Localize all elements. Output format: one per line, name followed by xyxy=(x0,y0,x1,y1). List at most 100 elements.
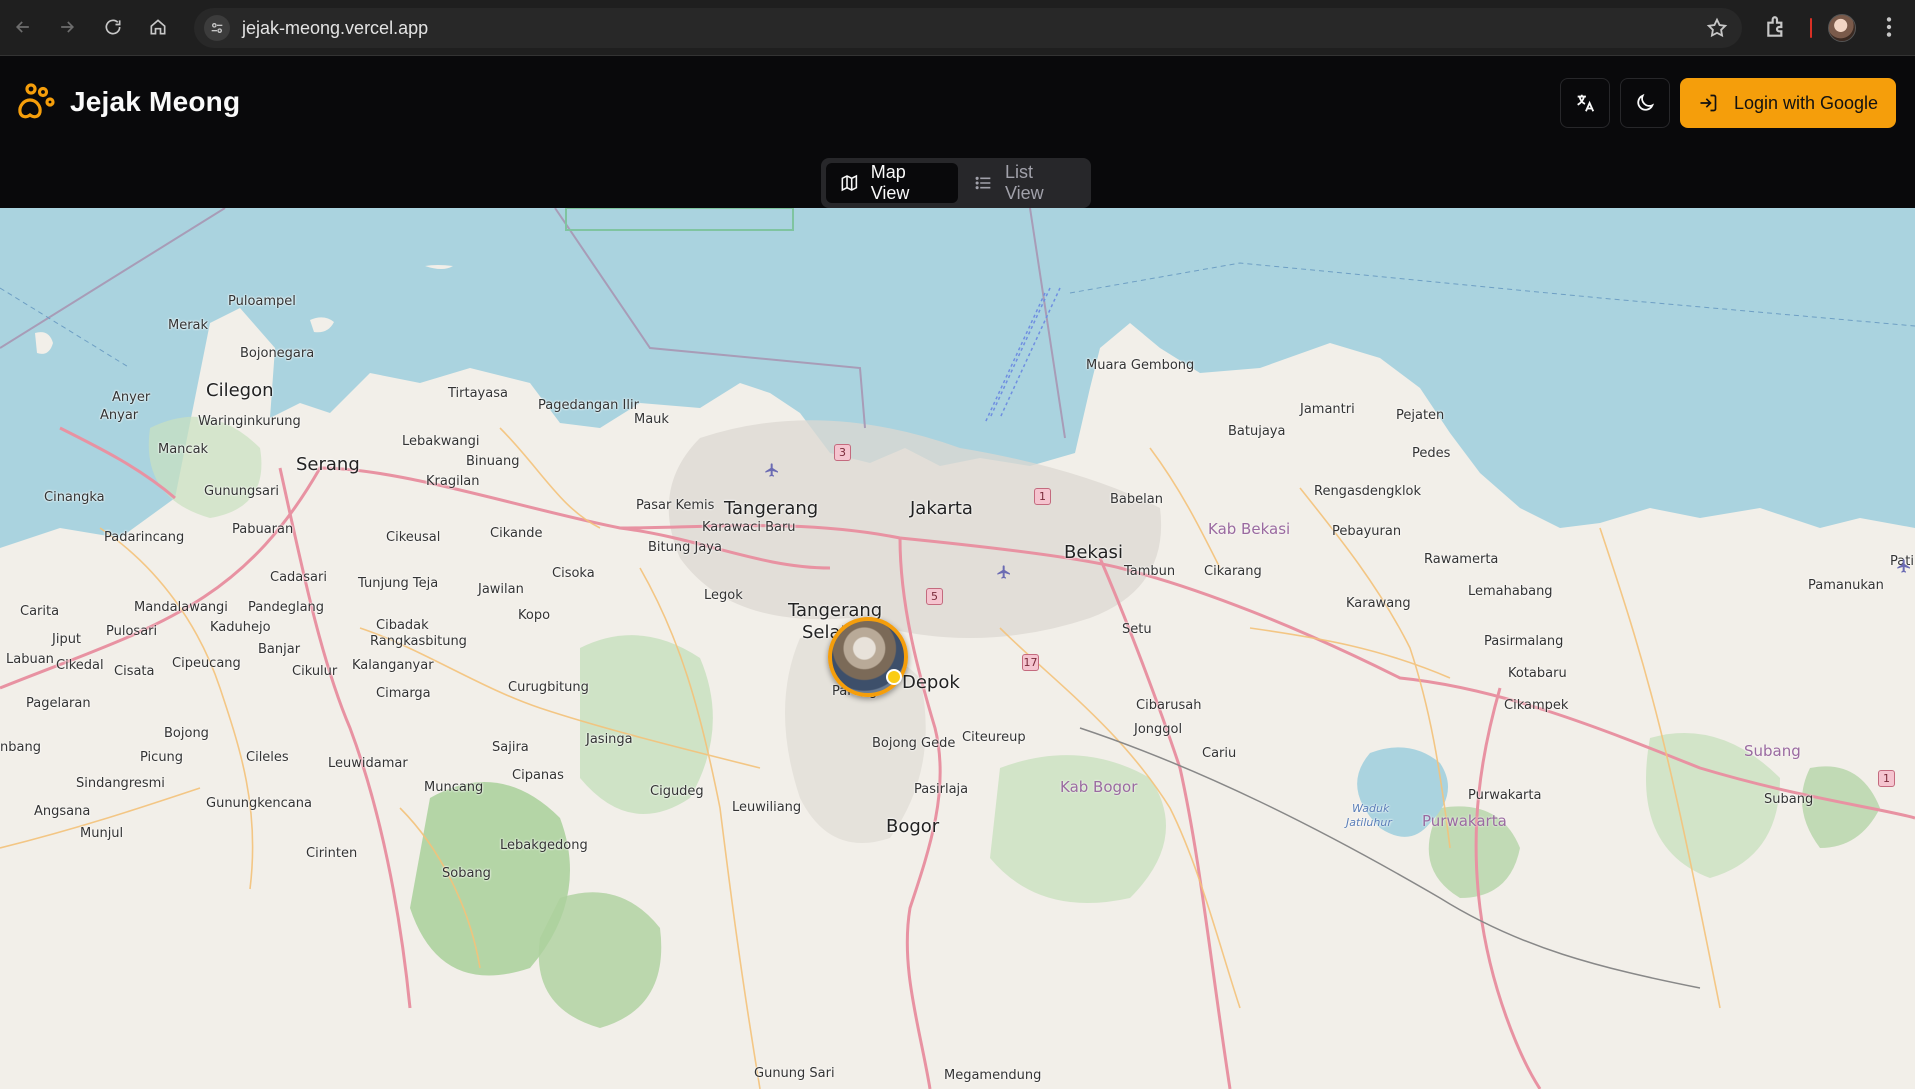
map-label: Cigudeg xyxy=(650,784,704,799)
profile-avatar[interactable] xyxy=(1828,14,1856,42)
map-label: Pabuaran xyxy=(232,522,294,537)
map-label: Sajira xyxy=(492,740,529,755)
map-label: Bojong Gede xyxy=(872,736,956,751)
map-label: Purwakarta xyxy=(1422,812,1507,830)
airport-icon xyxy=(1897,559,1910,573)
map-label: Cikeusal xyxy=(386,530,441,545)
map-label: Serang xyxy=(296,454,360,475)
tab-list-view[interactable]: List View xyxy=(960,162,1086,203)
map-label: Batujaya xyxy=(1228,424,1286,439)
map-label: Muara Gembong xyxy=(1086,358,1195,373)
map-label: Tunjung Teja xyxy=(358,576,439,591)
map-label: Waduk xyxy=(1352,802,1390,815)
back-icon[interactable] xyxy=(8,12,38,42)
tab-map-view[interactable]: Map View xyxy=(826,162,959,203)
map-label: Karawaci Baru xyxy=(702,520,796,535)
map-label: Pagelaran xyxy=(26,696,91,711)
map-label: Kab Bogor xyxy=(1060,778,1138,796)
map-label: Purwakarta xyxy=(1468,788,1542,803)
site-info-icon[interactable] xyxy=(204,15,230,41)
map-label: Pasirlaja xyxy=(914,782,969,797)
map-label: Lemahabang xyxy=(1468,584,1553,599)
brand[interactable]: Jejak Meong xyxy=(16,82,240,122)
map-label: Jonggol xyxy=(1134,722,1183,737)
map-label: Bojonegara xyxy=(240,346,315,361)
map-label: Cibarusah xyxy=(1136,698,1202,713)
road-shield: 17 xyxy=(1022,654,1039,671)
map-label: Tambun xyxy=(1124,564,1176,579)
map-label: Rangkasbitung xyxy=(370,634,467,649)
map-label: Rengasdengklok xyxy=(1314,484,1422,499)
map-label: Cirinten xyxy=(306,846,358,861)
map-label: Sobang xyxy=(442,866,491,881)
kebab-menu-icon[interactable] xyxy=(1876,14,1902,40)
address-bar[interactable]: jejak-meong.vercel.app xyxy=(194,8,1742,48)
map-label: Tangerang xyxy=(724,498,819,519)
map-label: Setu xyxy=(1122,622,1152,637)
map-label: Angsana xyxy=(34,804,91,819)
map-label: Mauk xyxy=(634,412,669,427)
map-label: Cileles xyxy=(246,750,289,765)
app-title: Jejak Meong xyxy=(70,86,241,117)
login-label: Login with Google xyxy=(1733,92,1879,113)
map-canvas[interactable]: Puloampel Merak Bojonegara Cilegon Anyer… xyxy=(0,208,1915,1089)
theme-toggle-button[interactable] xyxy=(1620,78,1670,128)
map-label: Munjul xyxy=(80,826,124,841)
extensions-icon[interactable] xyxy=(1764,14,1790,40)
map-label: Cipeucang xyxy=(172,656,241,671)
map-label: Jakarta xyxy=(910,498,973,519)
cat-marker[interactable] xyxy=(828,617,908,697)
map-label: Pasar Kemis xyxy=(636,498,715,513)
list-icon xyxy=(975,176,991,190)
map-label: Curugbitung xyxy=(508,680,589,695)
map-label: Bekasi xyxy=(1064,542,1123,563)
bookmark-star-icon[interactable] xyxy=(1706,17,1728,39)
map-label: Pamanukan xyxy=(1808,578,1884,593)
road-shield: 5 xyxy=(926,588,943,605)
map-label: Subang xyxy=(1764,792,1814,807)
map-label: Puloampel xyxy=(228,294,296,309)
map-label: Waringinkurung xyxy=(198,414,301,429)
map-label: Pandeglang xyxy=(248,600,325,615)
map-label: Carita xyxy=(20,604,60,619)
map-label: Cinangka xyxy=(44,490,105,505)
home-icon[interactable] xyxy=(143,12,173,42)
tab-list-label: List View xyxy=(1004,162,1044,203)
profile-divider xyxy=(1810,18,1812,38)
map-label: Merak xyxy=(168,318,209,333)
url-text: jejak-meong.vercel.app xyxy=(242,17,429,38)
map-label: Pulosari xyxy=(106,624,158,639)
map-label: Cikedal xyxy=(56,658,104,673)
map-label: Kab Bekasi xyxy=(1208,520,1291,538)
map-label: Citeureup xyxy=(962,730,1026,745)
map-label: Kalanganyar xyxy=(352,658,434,673)
map-icon xyxy=(841,174,858,192)
road-shield: 3 xyxy=(834,444,851,461)
login-with-google-button[interactable]: Login with Google xyxy=(1680,78,1896,128)
map-label: Cikarang xyxy=(1204,564,1262,579)
map-label: Jatiluhur xyxy=(1346,816,1392,829)
map-label: Binuang xyxy=(466,454,520,469)
map-label: Bitung Jaya xyxy=(648,540,722,555)
map-label: Kotabaru xyxy=(1508,666,1567,681)
map-label: Megamendung xyxy=(944,1068,1042,1083)
map-label: Pagedangan Ilir xyxy=(538,398,639,413)
map-label: Cisoka xyxy=(552,566,595,581)
map-label: Subang xyxy=(1744,742,1801,760)
map-label: Legok xyxy=(704,588,743,603)
reload-icon[interactable] xyxy=(98,12,128,42)
map-label: Gunungkencana xyxy=(206,796,312,811)
map-label: Sindangresmi xyxy=(76,776,165,791)
map-label: Rawamerta xyxy=(1424,552,1499,567)
map-label: Lebakgedong xyxy=(500,838,588,853)
map-label: Cikande xyxy=(490,526,543,541)
map-label: Kaduhejo xyxy=(210,620,271,635)
forward-icon[interactable] xyxy=(52,12,82,42)
map-label: Cikulur xyxy=(292,664,338,679)
map-label: Cimarga xyxy=(376,686,431,701)
language-button[interactable] xyxy=(1560,78,1610,128)
road-shield: 1 xyxy=(1034,488,1051,505)
airport-icon xyxy=(765,463,778,477)
map-label: Mancak xyxy=(158,442,209,457)
map-label: Cikampek xyxy=(1504,698,1569,713)
